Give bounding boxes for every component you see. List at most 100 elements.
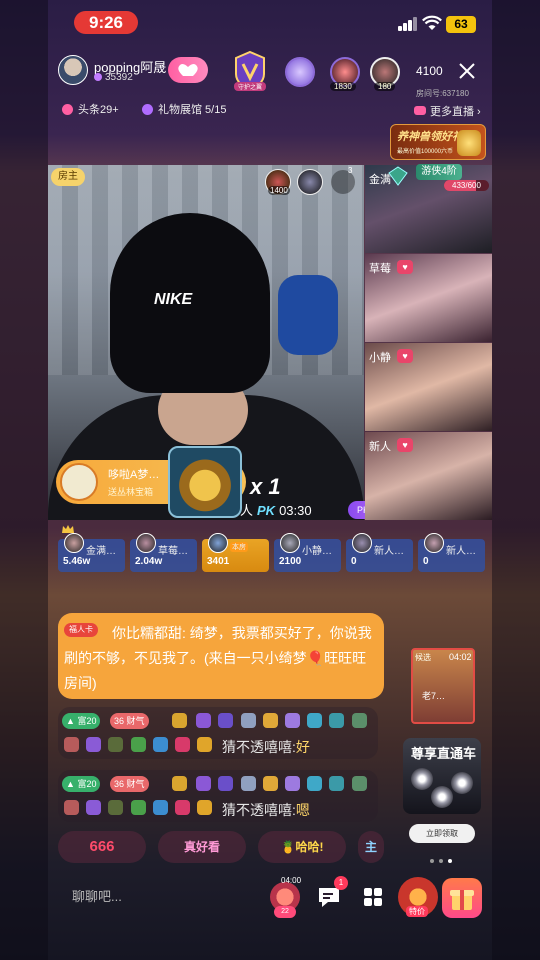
medal-icon <box>86 800 101 815</box>
gift-combo: x 1 <box>250 474 281 499</box>
promo-subtitle: 最高价值100000六币 <box>397 149 454 155</box>
headline-icon <box>62 104 73 115</box>
score-avatar <box>208 533 228 553</box>
rank-badge: 游侠4阶 <box>416 164 462 180</box>
chat-message[interactable]: ▲ 富20 36 财气 猜不透嘻嘻:好 <box>58 707 378 759</box>
medal-icon <box>241 776 256 791</box>
score-tile[interactable]: 新人… 0 <box>346 533 413 572</box>
close-icon[interactable] <box>458 62 476 80</box>
medal-icon <box>307 713 322 728</box>
chat-highlight-text: 你比糯都甜: 绮梦，我票都买好了，你说我刷的不够，不见我了。(来自一只小绮梦🎈旺… <box>64 625 372 691</box>
heart-icon[interactable]: ♥ <box>397 438 413 452</box>
wing-crest-icon: 守护之翼 <box>234 50 266 92</box>
gift-button[interactable] <box>442 878 482 918</box>
chat-message[interactable]: ▲ 富20 36 财气 猜不透嘻嘻:嗯 <box>58 770 378 822</box>
medal-icon <box>131 737 146 752</box>
top-fan-score: 1830 <box>330 82 356 91</box>
quick-reply-pretty[interactable]: 真好看 <box>158 831 246 863</box>
carousel-dots <box>430 859 456 865</box>
candidate-top-label: 候选 <box>415 653 431 662</box>
cap-logo: NIKE <box>154 291 193 308</box>
top-fan-avatar[interactable] <box>285 57 315 87</box>
treasure-timer: 04:00 <box>281 876 302 885</box>
chat-input[interactable]: 聊聊吧... <box>60 881 260 913</box>
more-live-link[interactable]: 更多直播 › <box>414 103 481 119</box>
fortune-level-badge: 36 财气 <box>110 776 149 792</box>
special-offer-label: 特价 <box>406 906 428 917</box>
svg-text:守护之翼: 守护之翼 <box>238 83 262 91</box>
guard-badge[interactable]: 守护之翼 <box>230 50 270 92</box>
quick-reply-more[interactable]: 主 <box>358 831 384 863</box>
score-name: 金满… <box>86 546 116 557</box>
medal-icon <box>153 800 168 815</box>
orb-icon <box>431 786 453 808</box>
promo-title: 养神兽领好礼 <box>397 131 463 143</box>
vip-car-banner[interactable]: 尊享直通车 <box>403 738 481 814</box>
headline-tag[interactable]: 头条29+ <box>62 101 119 117</box>
gift-gallery-tag[interactable]: 礼物展馆 5/15 <box>142 101 226 117</box>
host-avatar[interactable] <box>58 55 88 85</box>
medal-icon <box>329 776 344 791</box>
jungle-chest-icon <box>168 446 242 518</box>
score-value: 0 <box>351 556 357 567</box>
candidate-label: 老7… <box>422 691 446 701</box>
gift-sender: 哆啦A梦… <box>108 469 160 481</box>
side-room-name: 新人 <box>369 441 391 453</box>
score-tile[interactable]: 金满… 5.46w <box>58 533 125 572</box>
score-tile[interactable]: 草莓… 2.04w <box>130 533 197 572</box>
medal-icon <box>197 800 212 815</box>
score-avatar <box>64 533 84 553</box>
signal-icon <box>398 17 418 31</box>
score-avatar <box>136 533 156 553</box>
fans-icon <box>94 73 102 81</box>
claim-button[interactable]: 立即领取 <box>409 824 475 843</box>
medal-icon <box>218 713 233 728</box>
quick-reply-666[interactable]: 666 <box>58 831 146 863</box>
host-fans: 35392 <box>94 72 133 83</box>
vip-car-title: 尊享直通车 <box>411 746 477 761</box>
side-room-3[interactable]: 小静 ♥ <box>365 343 492 431</box>
side-room-name: 草莓 <box>369 263 391 275</box>
medal-icon <box>175 737 190 752</box>
guest-avatar[interactable] <box>297 169 323 195</box>
up-arrow-icon: ▲ <box>66 716 75 726</box>
pk-timer: 人 PK 03:30 <box>240 503 312 518</box>
chat-highlight-bubble[interactable]: 福人卡 你比糯都甜: 绮梦，我票都买好了，你说我刷的不够，不见我了。(来自一只小… <box>58 613 384 699</box>
score-value: 0 <box>423 556 429 567</box>
heart-icon[interactable]: ♥ <box>397 349 413 363</box>
score-name: 小静… <box>302 546 332 557</box>
side-room-4[interactable]: 新人 ♥ <box>365 432 492 520</box>
medal-icon <box>197 737 212 752</box>
score-tile[interactable]: 本房 3401 <box>202 533 269 572</box>
doraemon-avatar <box>60 463 98 501</box>
wealth-level-badge: ▲ 富20 <box>62 776 101 792</box>
score-avatar <box>352 533 372 553</box>
follow-button[interactable] <box>168 57 208 83</box>
heart-icon[interactable]: ♥ <box>397 260 413 274</box>
message-badge: 1 <box>334 876 348 890</box>
grid-menu-icon[interactable] <box>358 882 388 912</box>
score-tile[interactable]: 小静… 2100 <box>274 533 341 572</box>
status-time: 9:26 <box>74 11 138 34</box>
gift-gallery-icon <box>142 104 153 115</box>
medal-icon <box>263 713 278 728</box>
viewer-count[interactable]: 4100 <box>416 64 443 78</box>
medal-icon <box>241 713 256 728</box>
medal-icon <box>175 800 190 815</box>
medal-icon <box>131 800 146 815</box>
host-tag: 房主 <box>51 168 85 186</box>
medal-icon <box>86 737 101 752</box>
side-room-2[interactable]: 草莓 ♥ <box>365 254 492 342</box>
medal-icon <box>108 737 123 752</box>
medal-icon <box>153 737 168 752</box>
promo-banner[interactable]: 养神兽领好礼 最高价值100000六币 <box>390 124 486 160</box>
quick-reply-haha[interactable]: 🍍哈哈! <box>258 831 346 863</box>
up-arrow-icon: ▲ <box>66 779 75 789</box>
medal-icon <box>285 776 300 791</box>
wifi-icon <box>422 15 442 30</box>
heart-handshake-icon <box>178 63 198 76</box>
score-tile[interactable]: 新人… 0 <box>418 533 485 572</box>
pk-logo: PK <box>257 503 276 518</box>
gift-description: 送丛林宝箱 <box>108 487 154 497</box>
medal-icon <box>285 713 300 728</box>
